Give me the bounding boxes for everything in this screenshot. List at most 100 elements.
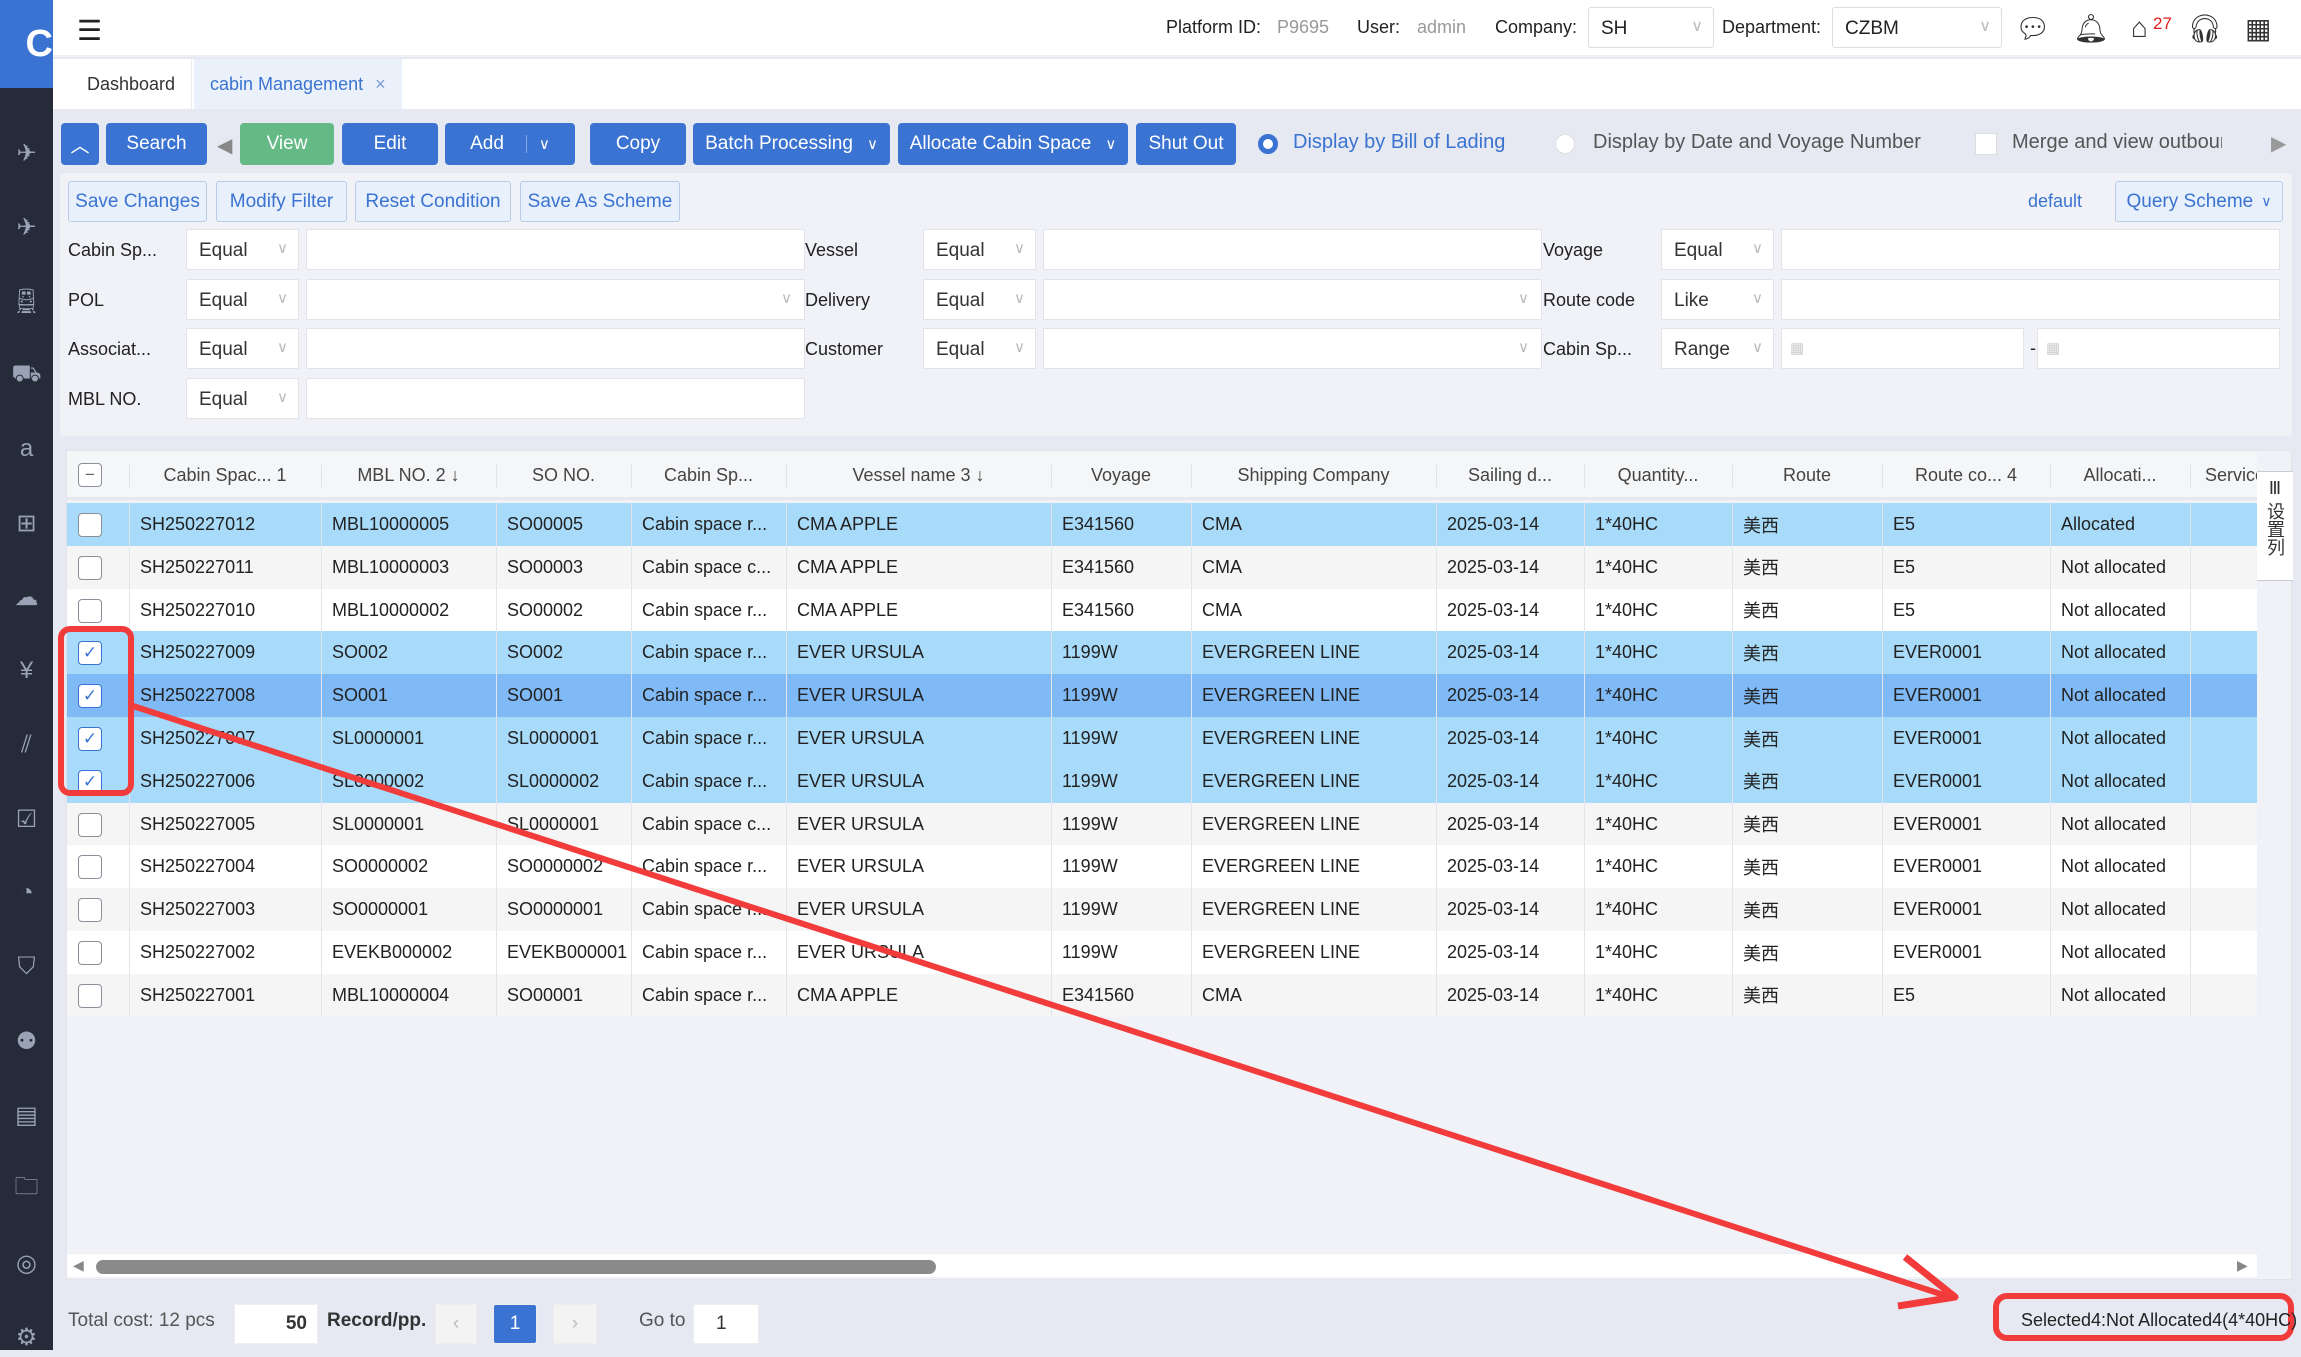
allocate-cabin-space-button[interactable]: Allocate Cabin Space ∨	[898, 123, 1128, 165]
scroll-right-icon[interactable]: ▶	[2271, 131, 2286, 156]
table-row[interactable]: SH250227001 MBL10000004 SO00001 Cabin space…	[67, 973, 2257, 1017]
table-row[interactable]: ✓ SH250227006 SL0000002 SL0000002 Cabin spac…	[67, 759, 2257, 803]
apps-grid-icon[interactable]: ▦	[2245, 12, 2271, 45]
table-row[interactable]: SH250227004 SO0000002 SO0000002 Cabin space…	[67, 845, 2257, 889]
column-divider[interactable]	[1882, 465, 1883, 487]
table-row[interactable]: ✓ SH250227007 SL0000001 SL0000001 Cabin spac…	[67, 717, 2257, 760]
select-all-checkbox[interactable]: −	[78, 463, 102, 487]
column-divider[interactable]	[1732, 465, 1733, 487]
row-checkbox[interactable]	[78, 898, 102, 923]
filter-operator-select[interactable]: Equal ∨	[923, 328, 1036, 369]
row-checkbox[interactable]	[78, 941, 102, 965]
chart-icon[interactable]: ⫽	[0, 725, 53, 765]
robot-icon[interactable]: ⚉	[0, 1021, 53, 1061]
filter-value-input[interactable]: ∨	[306, 278, 805, 320]
add-dropdown-icon[interactable]: ∨	[525, 135, 550, 153]
amazon-icon[interactable]: a	[0, 429, 53, 469]
prev-page-button[interactable]: ‹	[435, 1304, 477, 1344]
truck-icon[interactable]: ⛟	[0, 355, 53, 395]
filter-value-input[interactable]	[306, 328, 805, 369]
table-row[interactable]: SH250227005 SL0000001 SL0000001 Cabin space…	[67, 802, 2257, 846]
folder-icon[interactable]: 🗀	[0, 1169, 53, 1209]
copy-button[interactable]: Copy	[590, 123, 686, 165]
table-row[interactable]: SH250227012 MBL10000005 SO00005 Cabin space…	[67, 503, 2257, 546]
reset-condition-button[interactable]: Reset Condition	[355, 181, 511, 222]
table-row[interactable]: SH250227010 MBL10000002 SO00002 Cabin space…	[67, 588, 2257, 632]
filter-value-input[interactable]	[1043, 229, 1542, 270]
filter-value-input[interactable]	[306, 377, 805, 419]
shield-icon[interactable]: ⛉	[0, 947, 53, 987]
view-button[interactable]: View	[240, 123, 334, 165]
column-header[interactable]: Voyage	[1051, 451, 1191, 500]
column-divider[interactable]	[1191, 465, 1192, 487]
query-scheme-button[interactable]: Query Scheme ∨	[2115, 181, 2283, 222]
flight-import-icon[interactable]: ✈	[0, 207, 53, 247]
search-button[interactable]: Search	[106, 123, 207, 165]
horizontal-scrollbar[interactable]: ◀ ▶	[67, 1253, 2257, 1277]
filter-operator-select[interactable]: Equal ∨	[186, 328, 299, 369]
rail-icon[interactable]: 🚆︎	[0, 281, 53, 321]
add-button[interactable]: Add ∨	[445, 123, 575, 165]
column-header[interactable]: Vessel name 3 ↓	[786, 451, 1051, 500]
batch-processing-button[interactable]: Batch Processing ∨	[693, 123, 890, 165]
radio-date-voyage[interactable]	[1555, 134, 1575, 154]
scroll-left-arrow-icon[interactable]: ◀	[73, 1257, 84, 1274]
app-logo[interactable]: C	[0, 0, 53, 88]
filter-value-input[interactable]	[1781, 278, 2280, 320]
menu-toggle-icon[interactable]: ☰	[77, 14, 102, 47]
column-header[interactable]: SO NO.	[496, 451, 631, 500]
settings-icon[interactable]: ⚙	[0, 1317, 53, 1357]
column-settings-button[interactable]: Ⅲ 设置列	[2257, 471, 2293, 581]
column-header[interactable]: Quantity...	[1584, 451, 1732, 500]
column-header[interactable]: Route co... 4	[1882, 451, 2050, 500]
edit-button[interactable]: Edit	[342, 123, 438, 165]
page-size-input[interactable]: 50	[234, 1304, 318, 1344]
column-header[interactable]: Cabin Sp...	[631, 451, 786, 500]
pie-chart-icon[interactable]: ◔	[0, 873, 53, 913]
filter-operator-select[interactable]: Range ∨	[1661, 328, 1774, 369]
default-scheme-link[interactable]: default	[2028, 191, 2082, 212]
save-changes-button[interactable]: Save Changes	[68, 181, 207, 222]
column-divider[interactable]	[786, 465, 787, 487]
filter-operator-select[interactable]: Equal ∨	[186, 229, 299, 270]
filter-value-input[interactable]: ∨	[1043, 278, 1542, 320]
filter-operator-select[interactable]: Equal ∨	[1661, 229, 1774, 270]
headset-icon[interactable]: 🎧︎	[2187, 12, 2223, 45]
column-divider[interactable]	[1584, 465, 1585, 487]
table-row[interactable]: SH250227011 MBL10000003 SO00003 Cabin space…	[67, 545, 2257, 589]
row-checkbox[interactable]	[78, 598, 102, 623]
table-row[interactable]: SH250227003 SO0000001 SO0000001 Cabin space…	[67, 888, 2257, 932]
filter-value-input[interactable]	[1781, 229, 2280, 270]
column-header[interactable]: MBL NO. 2 ↓	[321, 451, 496, 500]
company-select[interactable]: SH ∨	[1588, 7, 1714, 48]
column-divider[interactable]	[2050, 465, 2051, 487]
column-header[interactable]: Shipping Company	[1191, 451, 1436, 500]
column-divider[interactable]	[129, 465, 130, 487]
table-row[interactable]: ✓ SH250227008 SO001 SO001 Cabin space r... EV…	[67, 674, 2257, 718]
report-icon[interactable]: ▤	[0, 1095, 53, 1135]
page-1-button[interactable]: 1	[493, 1304, 537, 1344]
column-divider[interactable]	[1051, 465, 1052, 487]
filter-value-input[interactable]: ∨	[1043, 328, 1542, 369]
close-tab-icon[interactable]: ×	[375, 74, 386, 95]
row-checkbox[interactable]	[78, 855, 102, 880]
chat-icon[interactable]: 💬︎	[2015, 12, 2051, 45]
scroll-left-icon[interactable]: ◀	[217, 133, 232, 158]
row-checkbox[interactable]	[78, 513, 102, 537]
filter-operator-select[interactable]: Like ∨	[1661, 278, 1774, 320]
row-checkbox[interactable]	[78, 555, 102, 580]
column-header[interactable]: Sailing d...	[1436, 451, 1584, 500]
date-range-start-input[interactable]: ▦	[1781, 328, 2024, 369]
bell-icon[interactable]: 🔔︎	[2073, 12, 2109, 45]
finance-icon[interactable]: ¥	[0, 651, 53, 691]
column-divider[interactable]	[321, 465, 322, 487]
column-header[interactable]: Route	[1732, 451, 1882, 500]
scrollbar-thumb[interactable]	[96, 1260, 936, 1274]
department-select[interactable]: CZBM ∨	[1832, 7, 2002, 48]
column-divider[interactable]	[496, 465, 497, 487]
save-as-scheme-button[interactable]: Save As Scheme	[520, 181, 680, 222]
date-range-end-input[interactable]: ▦	[2037, 328, 2280, 369]
cloud-upload-icon[interactable]: ☁	[0, 577, 53, 617]
checklist-icon[interactable]: ☑	[0, 799, 53, 839]
column-header[interactable]: Allocati...	[2050, 451, 2190, 500]
